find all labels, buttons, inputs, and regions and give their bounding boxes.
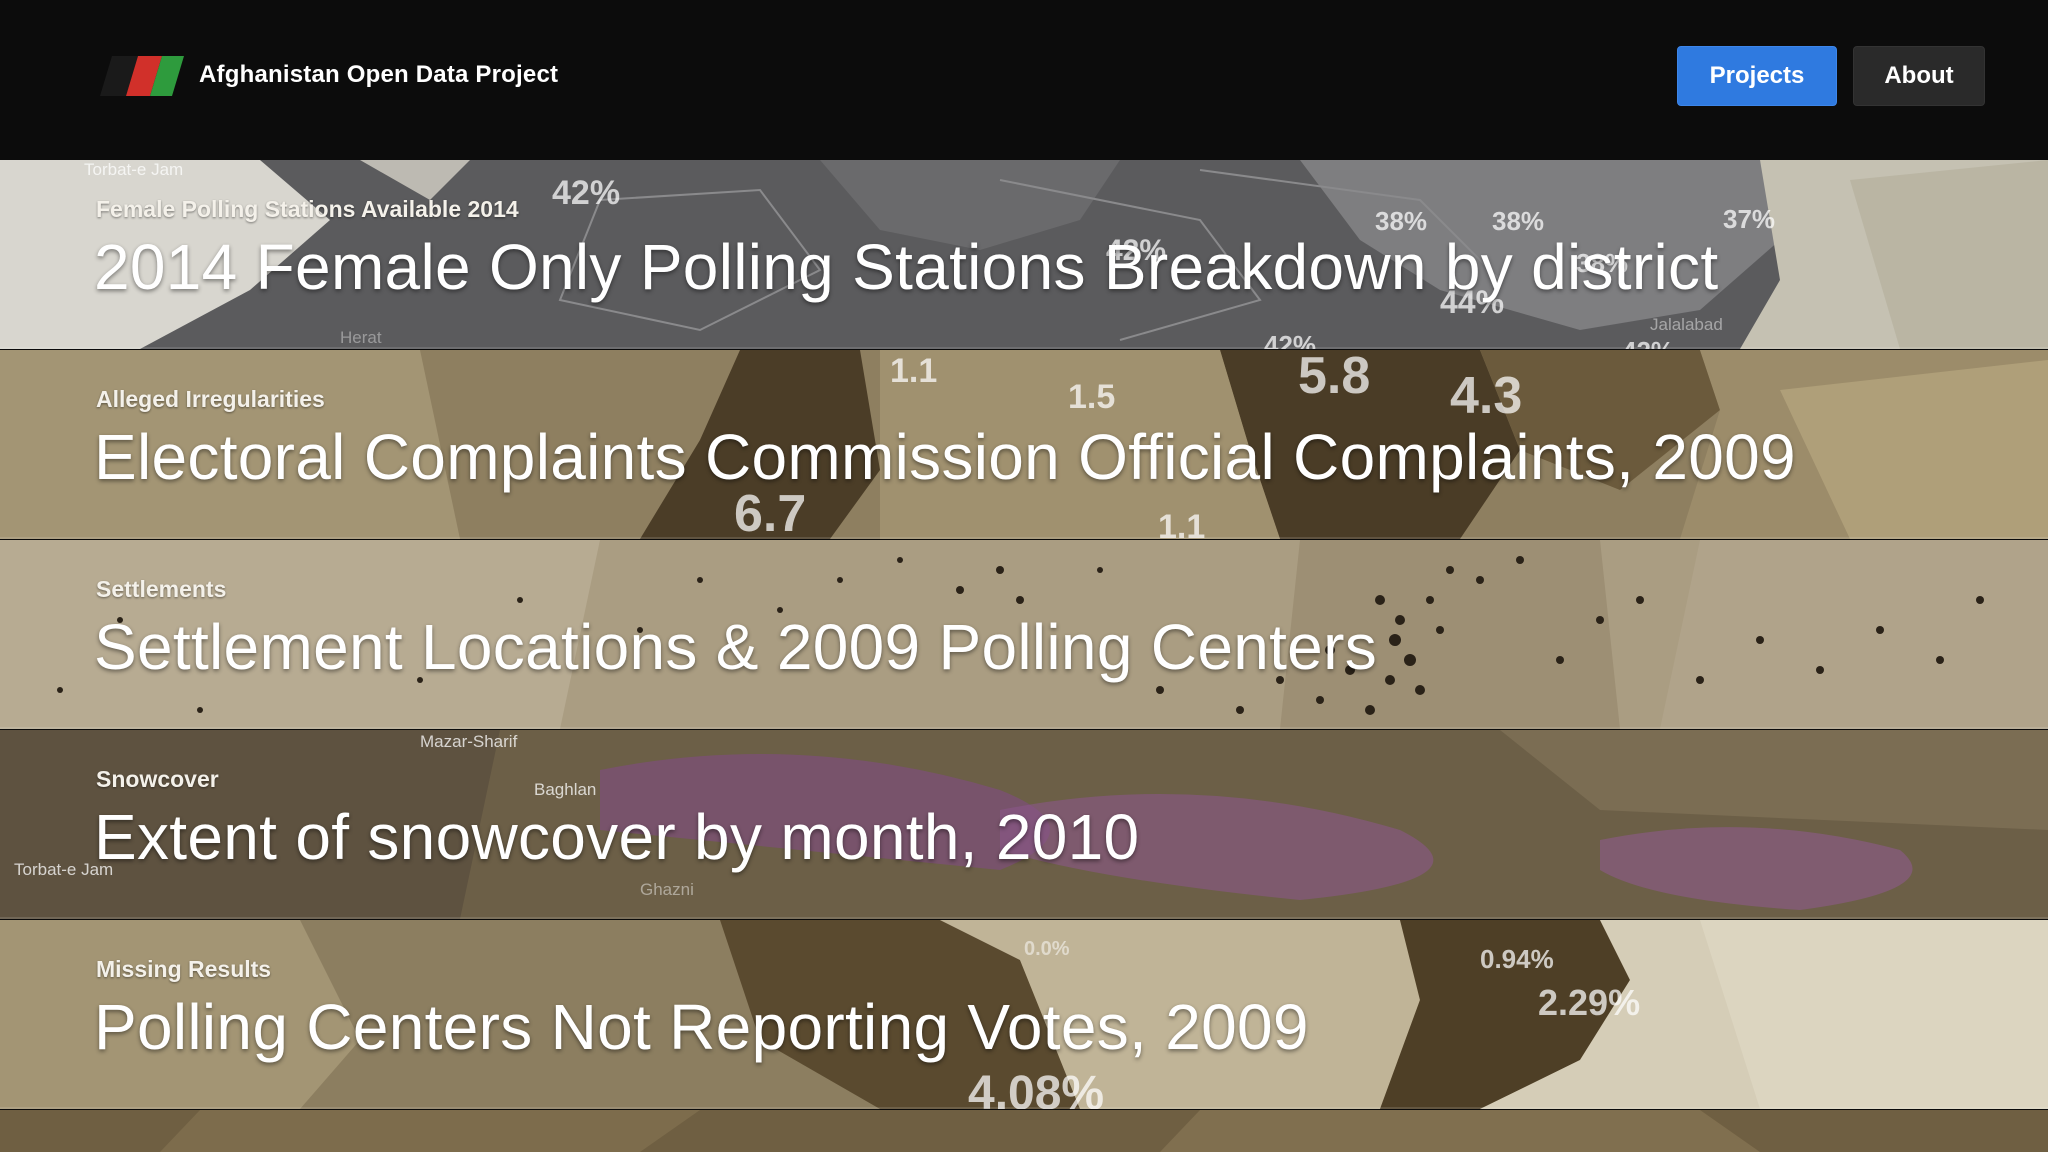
row-divider bbox=[0, 917, 2048, 919]
project-category: Alleged Irregularities bbox=[96, 386, 325, 412]
site-header: Afghanistan Open Data Project Projects A… bbox=[0, 0, 2048, 160]
map-value-label: 1.5 bbox=[1068, 378, 1116, 416]
project-title[interactable]: Polling Centers Not Reporting Votes, 200… bbox=[94, 990, 1309, 1064]
about-button[interactable]: About bbox=[1853, 46, 1985, 106]
project-row-missing-results[interactable]: 0.0% 0.94% 2.29% 4.08% Missing Results P… bbox=[0, 920, 2048, 1109]
map-value-label: 4.3 bbox=[1450, 367, 1523, 425]
map-value-label: 1.1 bbox=[890, 352, 938, 390]
project-row-electoral-complaints[interactable]: 1.1 1.5 5.8 4.3 6.7 1.1 Alleged Irregula… bbox=[0, 350, 2048, 539]
project-category: Female Polling Stations Available 2014 bbox=[96, 196, 519, 222]
map-place-label: Ghazni bbox=[640, 880, 694, 899]
row-divider bbox=[0, 727, 2048, 729]
project-row-partial[interactable] bbox=[0, 1110, 2048, 1152]
project-title[interactable]: Extent of snowcover by month, 2010 bbox=[94, 800, 1139, 874]
project-row-female-polling[interactable]: Torbat-e Jam Herat Jalalabad 42% 38% 38%… bbox=[0, 160, 2048, 349]
project-category: Snowcover bbox=[96, 766, 219, 792]
map-value-label: 1.1 bbox=[1158, 508, 1206, 539]
row-divider bbox=[0, 347, 2048, 349]
map-place-label: Mazar-Sharif bbox=[420, 732, 518, 751]
project-category: Settlements bbox=[96, 576, 227, 602]
map-place-label: Herat bbox=[340, 328, 382, 347]
map-value-label: 0.0% bbox=[1024, 938, 1070, 960]
map-value-label: 5.8 bbox=[1298, 350, 1371, 405]
afghan-flag-logo-icon[interactable] bbox=[100, 56, 184, 96]
map-value-label: 0.94% bbox=[1480, 944, 1554, 974]
project-row-snowcover[interactable]: Mazar-Sharif Baghlan Torbat-e Jam Ghazni… bbox=[0, 730, 2048, 919]
map-place-label: Baghlan bbox=[534, 780, 597, 799]
map-value-label: 2.29% bbox=[1538, 982, 1641, 1023]
project-title[interactable]: Electoral Complaints Commission Official… bbox=[94, 420, 1796, 494]
map-place-label: Torbat-e Jam bbox=[84, 160, 184, 179]
site-title[interactable]: Afghanistan Open Data Project bbox=[199, 61, 558, 89]
map-background-image bbox=[0, 1110, 2048, 1152]
project-title[interactable]: 2014 Female Only Polling Stations Breakd… bbox=[94, 230, 1718, 304]
map-value-label: 4.08% bbox=[968, 1067, 1105, 1109]
row-divider bbox=[0, 1107, 2048, 1109]
project-title[interactable]: Settlement Locations & 2009 Polling Cent… bbox=[94, 610, 1377, 684]
map-place-label: Jalalabad bbox=[1650, 315, 1723, 334]
map-value-label: 37% bbox=[1723, 204, 1776, 234]
map-value-label: 42% bbox=[552, 174, 621, 212]
project-row-settlements[interactable]: Settlements Settlement Locations & 2009 … bbox=[0, 540, 2048, 729]
project-category: Missing Results bbox=[96, 956, 272, 982]
row-divider bbox=[0, 537, 2048, 539]
projects-button[interactable]: Projects bbox=[1677, 46, 1837, 106]
